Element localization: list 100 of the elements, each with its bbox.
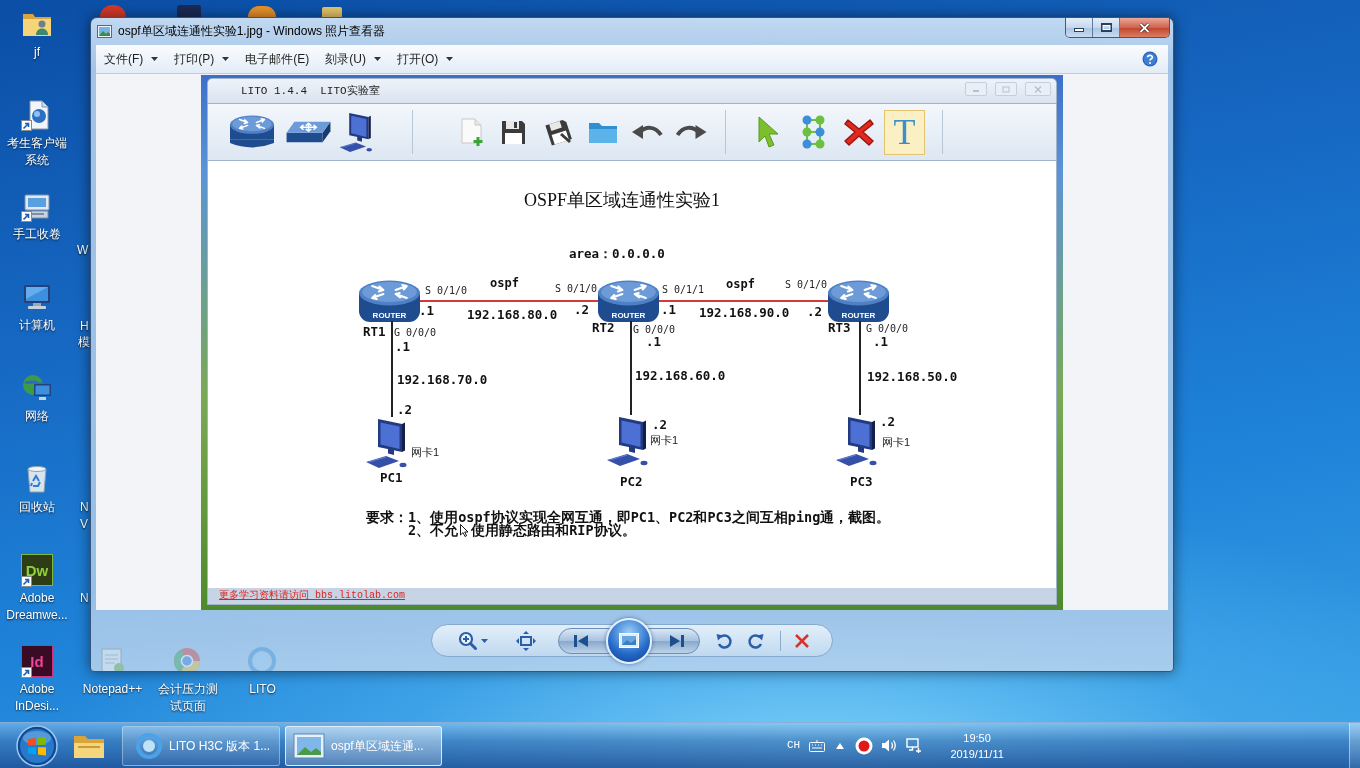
port-label: G 0/0/0 bbox=[394, 328, 437, 338]
minimize-icon bbox=[1074, 28, 1084, 32]
desktop-icon-label[interactable]: 网络 bbox=[25, 408, 49, 425]
rotate-left-icon[interactable] bbox=[715, 631, 733, 650]
desktop-icon-label[interactable]: jf bbox=[34, 44, 40, 61]
window-title: ospf单区域连通性实验1.jpg - Windows 照片查看器 bbox=[118, 24, 386, 38]
close-button[interactable] bbox=[1120, 18, 1169, 37]
menu-item[interactable]: 刻录(U) bbox=[317, 48, 389, 70]
host-address: .2 bbox=[652, 419, 668, 432]
desktop-icon-label[interactable]: V bbox=[80, 517, 88, 531]
desktop-icon-label[interactable]: N bbox=[80, 500, 89, 514]
requirement-text: 使用静态路由和RIP协议。 bbox=[471, 524, 636, 537]
host-address: .2 bbox=[880, 416, 896, 429]
ring-icon bbox=[135, 731, 163, 760]
show-desktop-button[interactable] bbox=[1349, 723, 1360, 768]
desktop-icon-label[interactable]: LITO bbox=[249, 681, 276, 698]
port-label: G 0/0/0 bbox=[633, 325, 676, 335]
router-icon bbox=[230, 115, 274, 149]
port-label: S 0/1/0 bbox=[785, 280, 828, 290]
diagram-title: OSPF单区域连通性实验1 bbox=[524, 191, 721, 209]
close-icon bbox=[1034, 85, 1042, 93]
skip-forward-icon bbox=[670, 634, 684, 647]
app-title: LITO 1.4.4 LITO实验室 bbox=[241, 83, 380, 99]
start-button[interactable] bbox=[15, 723, 59, 768]
taskbar-button[interactable]: ospf单区域连通... bbox=[285, 725, 442, 766]
desktop-icon-label[interactable]: 手工收卷 bbox=[13, 226, 61, 243]
pc-name: PC2 bbox=[620, 476, 643, 489]
network-address: 192.168.60.0 bbox=[635, 370, 726, 383]
port-label: S 0/1/1 bbox=[662, 285, 705, 295]
nic-label: 网卡1 bbox=[650, 435, 679, 446]
desktop-icon-label[interactable]: 考生客户端系统 bbox=[2, 135, 72, 169]
speaker-icon[interactable] bbox=[881, 738, 898, 753]
nic-label: 网卡1 bbox=[882, 437, 911, 448]
desktop-icon-label[interactable]: 计算机 bbox=[19, 317, 55, 334]
requirement-text: 1、使用ospf协议实现全网互通，即PC1、PC2和PC3之间互相ping通，截图。 bbox=[408, 511, 891, 524]
next-button[interactable] bbox=[648, 627, 700, 654]
pc-name: PC3 bbox=[850, 476, 873, 489]
desktop-icon-label[interactable]: Adobe InDesi... bbox=[2, 681, 72, 715]
host-address: .1 bbox=[419, 305, 435, 318]
menu-item[interactable]: 打开(O) bbox=[389, 48, 462, 70]
nic-label: 网卡1 bbox=[411, 447, 440, 458]
port-label: S 0/1/0 bbox=[555, 284, 598, 294]
router-icon bbox=[828, 280, 889, 311]
previous-button[interactable] bbox=[558, 627, 610, 654]
keyboard-icon[interactable] bbox=[809, 739, 826, 752]
zoom-button[interactable] bbox=[458, 630, 488, 651]
delete-icon[interactable] bbox=[794, 632, 810, 649]
requirement-text: 2、不允 bbox=[408, 524, 459, 537]
app-logo[interactable]: Id bbox=[21, 645, 53, 677]
computer-icon bbox=[834, 415, 879, 468]
router-badge: ROUTER bbox=[359, 311, 420, 322]
protocol-label: ospf bbox=[490, 277, 519, 289]
app-logo[interactable]: Dw bbox=[21, 554, 53, 586]
desktop-icon-label[interactable]: 模 bbox=[78, 335, 90, 349]
taskbar-button[interactable]: LITO H3C 版本 1... bbox=[122, 725, 280, 766]
up-arrow-icon[interactable] bbox=[836, 742, 845, 749]
record-icon[interactable] bbox=[855, 736, 874, 755]
desktop-icon-label[interactable]: H bbox=[80, 319, 89, 333]
network-address: 192.168.70.0 bbox=[397, 374, 488, 387]
network-address: 192.168.50.0 bbox=[867, 371, 958, 384]
pc-name: PC1 bbox=[380, 472, 403, 485]
clock-time[interactable]: 19:50 bbox=[963, 729, 991, 746]
minimize-button[interactable] bbox=[1066, 18, 1093, 37]
port-label: G 0/0/0 bbox=[866, 324, 909, 334]
router-icon bbox=[598, 280, 659, 311]
desktop-icon-label[interactable]: N bbox=[80, 591, 89, 605]
network-address: 192.168.90.0 bbox=[699, 307, 790, 320]
picture-icon bbox=[293, 732, 325, 759]
host-address: .2 bbox=[397, 404, 413, 417]
router-badge: ROUTER bbox=[598, 311, 659, 322]
area-label: area：0.0.0.0 bbox=[569, 248, 665, 261]
slideshow-button[interactable] bbox=[606, 617, 652, 664]
menu-item[interactable]: 文件(F) bbox=[96, 48, 167, 70]
menu-item[interactable]: 电子邮件(E) bbox=[237, 48, 318, 70]
help-icon[interactable] bbox=[1142, 51, 1158, 67]
protocol-label: ospf bbox=[726, 278, 755, 290]
host-address: .1 bbox=[395, 341, 411, 354]
desktop-icon-label[interactable]: 会计压力测试页面 bbox=[152, 681, 223, 715]
host-address: .1 bbox=[661, 304, 677, 317]
input-language[interactable]: CH bbox=[786, 740, 801, 751]
desktop-icon-label[interactable]: W bbox=[77, 243, 89, 257]
caret-icon bbox=[481, 638, 488, 643]
rotate-right-icon[interactable] bbox=[747, 631, 765, 650]
menu-item[interactable]: 打印(P) bbox=[166, 48, 238, 70]
clock-date[interactable]: 2019/11/11 bbox=[950, 745, 1004, 762]
host-address: .1 bbox=[646, 336, 662, 349]
router-name: RT1 bbox=[363, 326, 386, 339]
desktop-icon-label[interactable]: Notepad++ bbox=[82, 681, 143, 698]
close-icon bbox=[1139, 22, 1150, 33]
maximize-button[interactable] bbox=[1093, 18, 1120, 37]
host-address: .1 bbox=[873, 336, 889, 349]
save-icon bbox=[500, 118, 527, 146]
desktop-icon-label[interactable]: Adobe Dreamwe... bbox=[2, 590, 72, 624]
computer-icon bbox=[605, 415, 650, 468]
fit-to-window-icon[interactable] bbox=[516, 630, 536, 651]
router-name: RT3 bbox=[828, 322, 851, 335]
desktop-icon-label[interactable]: 回收站 bbox=[19, 499, 55, 516]
host-address: .2 bbox=[807, 306, 823, 319]
save-as-icon bbox=[543, 118, 573, 146]
network-icon[interactable] bbox=[906, 737, 923, 754]
